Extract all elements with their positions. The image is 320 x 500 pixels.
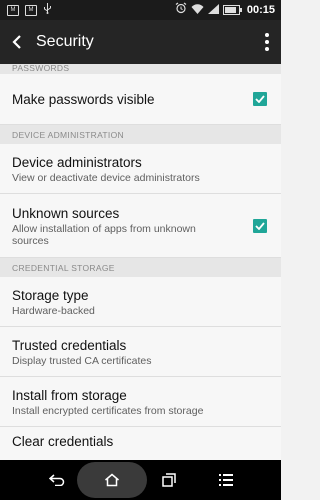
checkbox-checked-icon[interactable]: [253, 218, 267, 233]
back-arrow-icon[interactable]: [0, 20, 34, 64]
battery-icon: [222, 5, 242, 15]
settings-list[interactable]: PASSWORDS Make passwords visible DEVICE …: [0, 64, 281, 460]
section-header-device-administration: DEVICE ADMINISTRATION: [0, 125, 281, 144]
item-subtitle: Allow installation of apps from unknown …: [12, 222, 196, 247]
alarm-icon: [175, 1, 187, 19]
overflow-menu-icon[interactable]: [253, 20, 281, 64]
gmail-icon: M: [7, 4, 19, 16]
item-title: Trusted credentials: [12, 337, 127, 353]
navigation-bar: [0, 460, 281, 500]
install-from-storage-item[interactable]: Install from storage Install encrypted c…: [0, 377, 281, 427]
make-passwords-visible-item[interactable]: Make passwords visible: [0, 74, 281, 125]
item-subtitle: View or deactivate device administrators: [12, 171, 200, 184]
item-subtitle: Install encrypted certificates from stor…: [12, 404, 204, 417]
status-time: 00:15: [246, 4, 275, 16]
status-bar: M M 00:15: [0, 0, 281, 20]
item-title: Install from storage: [12, 387, 127, 403]
item-title: Make passwords visible: [12, 91, 155, 107]
app-bar: Security: [0, 20, 281, 64]
item-title: Unknown sources: [12, 205, 120, 221]
clear-credentials-item[interactable]: Clear credentials: [0, 427, 281, 460]
item-title: Clear credentials: [12, 434, 114, 449]
section-header-credential-storage: CREDENTIAL STORAGE: [0, 258, 281, 277]
section-header-passwords: PASSWORDS: [0, 64, 281, 74]
item-subtitle: Hardware-backed: [12, 304, 95, 317]
nav-recents-icon[interactable]: [152, 460, 186, 500]
nav-menu-icon[interactable]: [209, 460, 243, 500]
trusted-credentials-item[interactable]: Trusted credentials Display trusted CA c…: [0, 327, 281, 377]
device-administrators-item[interactable]: Device administrators View or deactivate…: [0, 144, 281, 194]
wifi-icon: [191, 1, 204, 19]
checkbox-checked-icon[interactable]: [253, 92, 267, 106]
unknown-sources-item[interactable]: Unknown sources Allow installation of ap…: [0, 194, 281, 258]
item-subtitle: Display trusted CA certificates: [12, 354, 152, 367]
usb-icon: [43, 3, 52, 17]
gmail-icon: M: [25, 4, 37, 16]
item-title: Device administrators: [12, 154, 142, 170]
page-title: Security: [36, 33, 94, 50]
nav-back-icon[interactable]: [40, 460, 74, 500]
nav-home-icon[interactable]: [95, 460, 129, 500]
storage-type-item[interactable]: Storage type Hardware-backed: [0, 277, 281, 327]
item-title: Storage type: [12, 287, 89, 303]
signal-icon: [207, 1, 219, 19]
